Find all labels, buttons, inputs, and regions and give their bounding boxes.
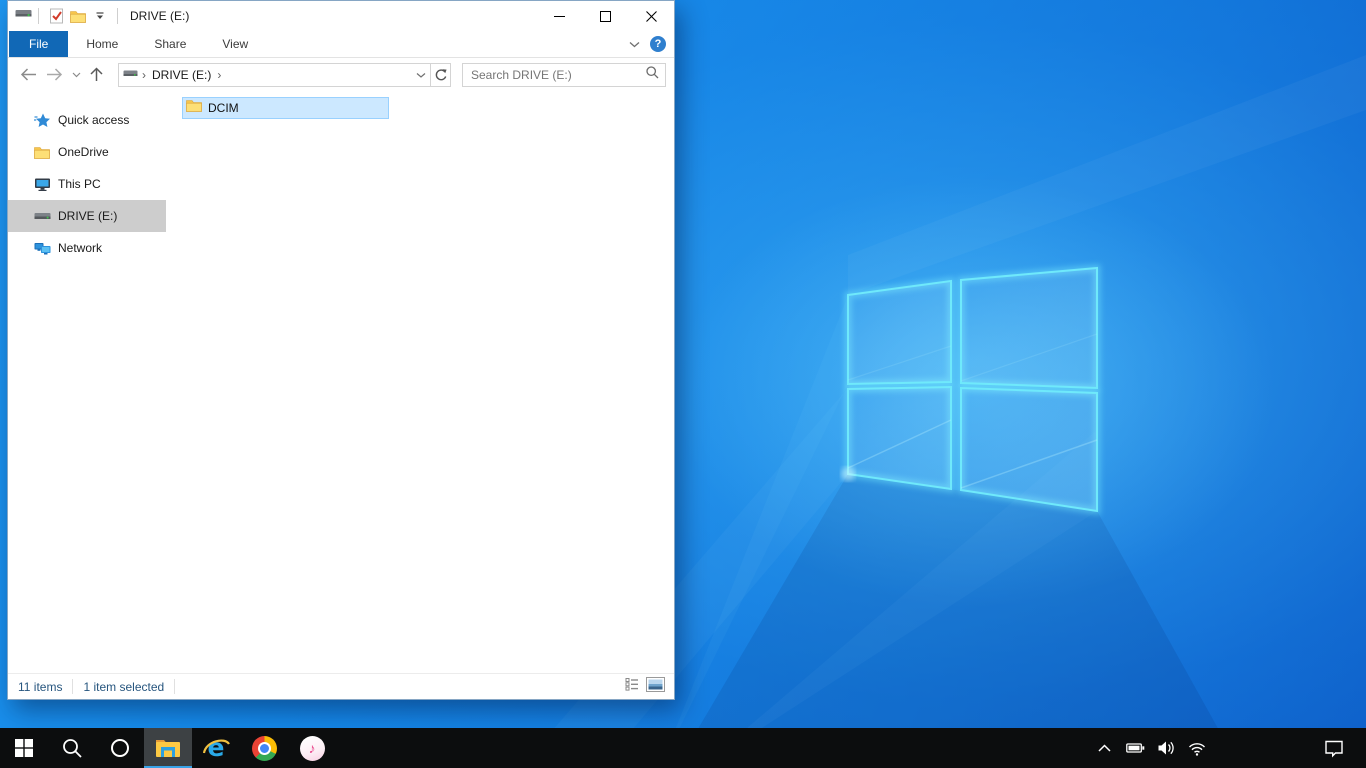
up-button[interactable]	[90, 67, 103, 82]
search-icon[interactable]	[646, 65, 659, 84]
search-box	[462, 62, 666, 87]
sidebar-item-label: DRIVE (E:)	[58, 209, 118, 223]
refresh-button[interactable]	[431, 62, 451, 87]
item-count: 11 items	[18, 679, 63, 694]
selection-count: 1 item selected	[83, 679, 165, 694]
crumb-chevron[interactable]: ›	[217, 68, 221, 82]
file-explorer-window: DRIVE (E:) File Home Share View ? › DRIV…	[7, 0, 675, 700]
tab-share[interactable]: Share	[136, 31, 204, 57]
window-system-drive-icon[interactable]	[15, 7, 32, 25]
itunes-icon: ♪	[299, 735, 325, 761]
chrome-button[interactable]	[240, 728, 288, 768]
sidebar-item-label: OneDrive	[58, 145, 109, 159]
navigation-pane: Quick access OneDrive This PC DRIVE (E:)	[8, 91, 166, 674]
status-bar: 11 items 1 item selected	[8, 673, 674, 699]
sidebar-item-drive-e[interactable]: DRIVE (E:)	[8, 200, 166, 232]
close-button[interactable]	[628, 1, 674, 31]
explorer-main: Quick access OneDrive This PC DRIVE (E:)	[8, 91, 674, 674]
battery-icon[interactable]	[1124, 728, 1146, 768]
wifi-icon[interactable]	[1186, 728, 1208, 768]
sidebar-item-this-pc[interactable]: This PC	[8, 168, 166, 200]
sidebar-item-onedrive[interactable]: OneDrive	[8, 136, 166, 168]
expand-ribbon-chevron-icon[interactable]	[629, 35, 640, 53]
titlebar-separator	[38, 8, 39, 24]
file-item-label: DCIM	[208, 101, 239, 115]
address-dropdown-chevron-icon[interactable]	[416, 66, 426, 84]
cortana-button[interactable]	[96, 728, 144, 768]
window-title: DRIVE (E:)	[130, 9, 190, 23]
taskbar-file-explorer-button[interactable]	[144, 728, 192, 768]
breadcrumb-drive[interactable]: DRIVE (E:)	[152, 68, 211, 82]
internet-explorer-button[interactable]: e	[192, 728, 240, 768]
itunes-button[interactable]: ♪	[288, 728, 336, 768]
file-list: DCIM	[166, 91, 674, 674]
chrome-icon	[251, 735, 277, 761]
network-icon	[33, 241, 51, 255]
monitor-icon	[33, 177, 51, 192]
start-button[interactable]	[0, 728, 48, 768]
help-icon[interactable]: ?	[650, 36, 666, 52]
forward-button[interactable]	[46, 68, 63, 81]
sidebar-item-label: This PC	[58, 177, 101, 191]
folder-icon	[33, 146, 51, 159]
tab-view[interactable]: View	[204, 31, 266, 57]
folder-icon	[186, 99, 202, 117]
sidebar-item-quick-access[interactable]: Quick access	[8, 104, 166, 136]
taskbar: e ♪	[0, 728, 1366, 768]
action-center-button[interactable]	[1312, 728, 1356, 768]
navigation-bar: › DRIVE (E:) ›	[8, 58, 674, 91]
recent-locations-chevron-icon[interactable]	[72, 72, 81, 78]
address-bar[interactable]: › DRIVE (E:) ›	[118, 62, 431, 87]
qat-customize-dropdown-icon[interactable]	[89, 4, 111, 28]
qat-new-folder-icon[interactable]	[67, 4, 89, 28]
maximize-button[interactable]	[582, 1, 628, 31]
sidebar-item-label: Network	[58, 241, 103, 255]
qat-properties-icon[interactable]	[45, 4, 67, 28]
system-tray	[1093, 728, 1208, 768]
taskbar-search-button[interactable]	[48, 728, 96, 768]
minimize-button[interactable]	[536, 1, 582, 31]
sidebar-item-label: Quick access	[58, 113, 130, 127]
ribbon-tabs: File Home Share View ?	[8, 31, 674, 58]
title-bar: DRIVE (E:)	[8, 1, 674, 31]
quick-access-star-icon	[33, 113, 51, 128]
svg-text:e: e	[207, 735, 224, 761]
sidebar-item-network[interactable]: Network	[8, 232, 166, 264]
titlebar-separator	[117, 8, 118, 24]
file-item-dcim[interactable]: DCIM	[182, 97, 389, 119]
show-hidden-icons-chevron[interactable]	[1093, 728, 1115, 768]
tab-file[interactable]: File	[9, 31, 69, 57]
search-input[interactable]	[469, 66, 646, 83]
volume-icon[interactable]	[1155, 728, 1177, 768]
crumb-chevron: ›	[142, 67, 146, 82]
drive-icon	[33, 211, 51, 222]
back-button[interactable]	[20, 68, 37, 81]
large-thumbnails-view-button[interactable]	[646, 676, 665, 697]
address-drive-icon	[123, 66, 138, 84]
details-view-button[interactable]	[625, 677, 639, 696]
tab-home[interactable]: Home	[68, 31, 136, 57]
